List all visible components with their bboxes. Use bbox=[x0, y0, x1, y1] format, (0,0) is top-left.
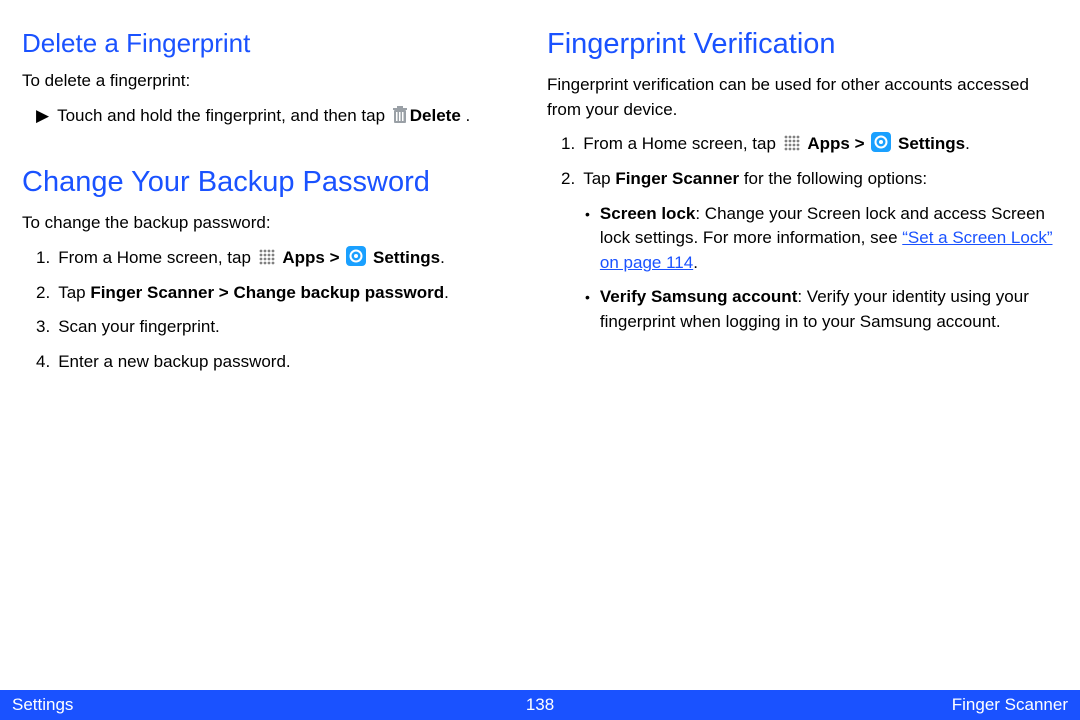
bullet-row: • Verify Samsung account: Verify your id… bbox=[547, 285, 1058, 334]
step-number: 1. bbox=[36, 246, 50, 271]
delete-label: Delete bbox=[410, 106, 461, 125]
manual-page: Delete a Fingerprint To delete a fingerp… bbox=[0, 0, 1080, 720]
step-content: Enter a new backup password. bbox=[58, 350, 533, 375]
step-row: 4. Enter a new backup password. bbox=[22, 350, 533, 375]
verify-samsung-label: Verify Samsung account bbox=[600, 287, 797, 306]
bullet-marker-icon: • bbox=[585, 202, 590, 224]
step-text-post: . bbox=[440, 248, 445, 267]
step-row: 2. Tap Finger Scanner for the following … bbox=[547, 167, 1058, 192]
step-text: Touch and hold the fingerprint, and then… bbox=[57, 106, 390, 125]
step-row: ▶ Touch and hold the fingerprint, and th… bbox=[22, 104, 533, 129]
bullet-marker-icon: • bbox=[585, 285, 590, 307]
settings-label: Settings bbox=[898, 134, 965, 153]
footer-page-number: 138 bbox=[526, 695, 554, 715]
settings-gear-icon bbox=[871, 132, 891, 152]
bullet-row: • Screen lock: Change your Screen lock a… bbox=[547, 202, 1058, 276]
page-footer: Settings 138 Finger Scanner bbox=[0, 690, 1080, 720]
step-text-post: . bbox=[444, 283, 449, 302]
finger-scanner-path: Finger Scanner > Change backup password bbox=[90, 283, 444, 302]
gt-separator: > bbox=[850, 134, 869, 153]
step-content: Touch and hold the fingerprint, and then… bbox=[57, 104, 533, 129]
finger-scanner-label: Finger Scanner bbox=[615, 169, 739, 188]
footer-topic-label: Finger Scanner bbox=[554, 695, 1068, 715]
step-text-post: . bbox=[461, 106, 470, 125]
step-number: 4. bbox=[36, 350, 50, 375]
step-text: From a Home screen, tap bbox=[583, 134, 780, 153]
heading-fingerprint-verification: Fingerprint Verification bbox=[547, 28, 1058, 61]
intro-text: To change the backup password: bbox=[22, 211, 533, 236]
section-delete-fingerprint: Delete a Fingerprint To delete a fingerp… bbox=[22, 28, 533, 138]
step-content: From a Home screen, tap Apps > Settings. bbox=[583, 132, 1058, 157]
step-row: 3. Scan your fingerprint. bbox=[22, 315, 533, 340]
heading-change-backup-password: Change Your Backup Password bbox=[22, 166, 533, 199]
screen-lock-label: Screen lock bbox=[600, 204, 695, 223]
step-row: 2. Tap Finger Scanner > Change backup pa… bbox=[22, 281, 533, 306]
apps-grid-icon bbox=[783, 134, 801, 152]
bullet-content: Screen lock: Change your Screen lock and… bbox=[600, 202, 1058, 276]
step-text: Tap bbox=[58, 283, 90, 302]
footer-section-label: Settings bbox=[12, 695, 526, 715]
step-row: 1. From a Home screen, tap Apps > Settin… bbox=[547, 132, 1058, 157]
heading-delete-fingerprint: Delete a Fingerprint bbox=[22, 28, 533, 59]
left-column: Delete a Fingerprint To delete a fingerp… bbox=[22, 28, 533, 384]
apps-grid-icon bbox=[258, 248, 276, 266]
step-number: 3. bbox=[36, 315, 50, 340]
step-number: 2. bbox=[36, 281, 50, 306]
step-text: Tap bbox=[583, 169, 615, 188]
bullet-text-post: . bbox=[693, 253, 698, 272]
step-content: Tap Finger Scanner > Change backup passw… bbox=[58, 281, 533, 306]
apps-label: Apps bbox=[807, 134, 850, 153]
step-number: 1. bbox=[561, 132, 575, 157]
settings-label: Settings bbox=[373, 248, 440, 267]
step-number: 2. bbox=[561, 167, 575, 192]
apps-label: Apps bbox=[282, 248, 325, 267]
gt-separator: > bbox=[325, 248, 344, 267]
right-column: Fingerprint Verification Fingerprint ver… bbox=[547, 28, 1058, 384]
step-text-post: . bbox=[965, 134, 970, 153]
trash-icon bbox=[392, 106, 408, 124]
step-text-post: for the following options: bbox=[739, 169, 927, 188]
intro-text: To delete a fingerprint: bbox=[22, 69, 533, 94]
two-column-layout: Delete a Fingerprint To delete a fingerp… bbox=[0, 0, 1080, 384]
intro-text: Fingerprint verification can be used for… bbox=[547, 73, 1058, 122]
step-content: Tap Finger Scanner for the following opt… bbox=[583, 167, 1058, 192]
step-text: From a Home screen, tap bbox=[58, 248, 255, 267]
section-change-backup-password: Change Your Backup Password To change th… bbox=[22, 166, 533, 384]
triangle-marker-icon: ▶ bbox=[36, 104, 49, 129]
bullet-content: Verify Samsung account: Verify your iden… bbox=[600, 285, 1058, 334]
step-content: Scan your fingerprint. bbox=[58, 315, 533, 340]
step-content: From a Home screen, tap Apps > Settings. bbox=[58, 246, 533, 271]
settings-gear-icon bbox=[346, 246, 366, 266]
step-row: 1. From a Home screen, tap Apps > Settin… bbox=[22, 246, 533, 271]
